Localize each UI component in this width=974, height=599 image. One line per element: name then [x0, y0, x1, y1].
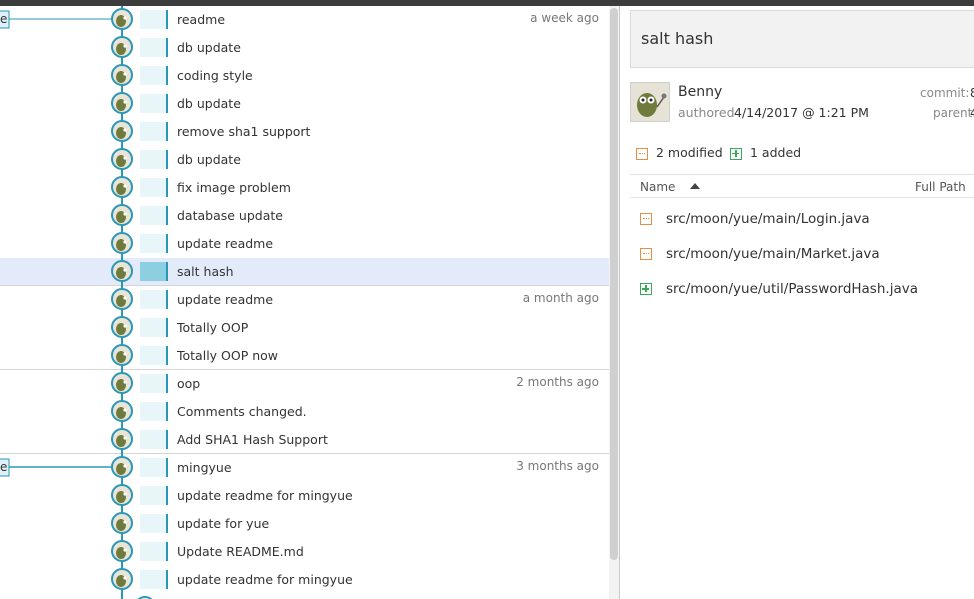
avatar-eye [123, 408, 127, 412]
modified-icon [636, 147, 648, 160]
avatar [630, 82, 670, 122]
changed-file-row[interactable]: src/moon/yue/main/Market.java [630, 240, 974, 270]
avatar-eye [123, 268, 127, 272]
avatar-eye [123, 380, 127, 384]
parent-hash[interactable]: 4 [970, 106, 974, 120]
avatar-eye [123, 72, 127, 76]
ref-column-cell [140, 374, 167, 393]
avatar-eye [123, 240, 127, 244]
author-name: Benny [678, 84, 723, 100]
avatar-eye [123, 464, 127, 468]
ref-column-cell [140, 542, 167, 561]
ref-column-cell [140, 486, 167, 505]
changed-file-row[interactable]: src/moon/yue/util/PasswordHash.java [630, 275, 974, 305]
ref-column-cell [140, 318, 167, 337]
avatar-eye [123, 212, 127, 216]
ref-column-cell [140, 290, 167, 309]
branch-label: e [0, 12, 7, 26]
ref-column-cell [140, 234, 167, 253]
ref-column-cell [140, 206, 167, 225]
file-added-icon [640, 283, 652, 295]
avatar-eye [123, 100, 127, 104]
commit-subject: salt hash [641, 29, 714, 48]
file-list-header: Name Full Path [630, 174, 974, 198]
avatar-eye [123, 548, 127, 552]
avatar-eye [123, 156, 127, 160]
ref-column-cell [140, 178, 167, 197]
ref-column-cell [140, 262, 167, 281]
avatar-eye [123, 492, 127, 496]
avatar-eye [123, 296, 127, 300]
modified-stat[interactable]: 2 modified [636, 145, 723, 160]
avatar-eye [123, 576, 127, 580]
modified-count: 2 modified [655, 145, 723, 160]
avatar-eye [123, 16, 127, 20]
authored-date: 4/14/2017 @ 1:21 PM [734, 105, 869, 120]
commit-graph: ee [0, 6, 168, 599]
commit-subject-box: salt hash [630, 10, 974, 68]
ref-column-cell [140, 430, 167, 449]
column-name[interactable]: Name [640, 180, 675, 194]
file-modified-icon [640, 213, 652, 225]
avatar-eye [123, 436, 127, 440]
history-scrollbar[interactable] [609, 6, 619, 599]
avatar-eye [123, 44, 127, 48]
commit-label: commit: [920, 86, 970, 100]
avatar-eye [123, 520, 127, 524]
avatar-eye [123, 128, 127, 132]
scrollbar-thumb[interactable] [610, 8, 618, 560]
file-path: src/moon/yue/main/Market.java [666, 246, 880, 262]
ref-column-cell [140, 346, 167, 365]
commit-details-pane: salt hash Benny authored 4/14/2017 @ 1:2… [620, 6, 974, 599]
ref-column-cell [140, 150, 167, 169]
file-path: src/moon/yue/util/PasswordHash.java [666, 281, 918, 297]
ref-column-cell [140, 94, 167, 113]
file-path: src/moon/yue/main/Login.java [666, 211, 870, 227]
added-icon [730, 147, 742, 160]
commit-hash[interactable]: 8 [970, 86, 974, 100]
ref-column-cell [140, 402, 167, 421]
ref-column-cell [140, 458, 167, 477]
branch-label: e [0, 460, 7, 474]
ref-column-cell [140, 570, 167, 589]
ref-column-cell [140, 514, 167, 533]
avatar-eye [123, 352, 127, 356]
authored-label: authored [678, 105, 735, 120]
commit-history-list[interactable]: readme a week ago db update coding style db … [0, 6, 609, 599]
avatar-eye [123, 324, 127, 328]
sort-ascending-icon[interactable] [690, 183, 700, 189]
ref-column-cell [140, 10, 167, 29]
column-full-path[interactable]: Full Path [915, 180, 966, 194]
ref-column-cell [140, 38, 167, 57]
file-modified-icon [640, 248, 652, 260]
ref-column-cell [140, 66, 167, 85]
avatar-eye [123, 184, 127, 188]
parent-label: parent: [933, 106, 974, 120]
ref-column-cell [140, 122, 167, 141]
added-count: 1 added [749, 145, 802, 160]
added-stat[interactable]: 1 added [730, 145, 801, 160]
changed-file-row[interactable]: src/moon/yue/main/Login.java [630, 205, 974, 235]
